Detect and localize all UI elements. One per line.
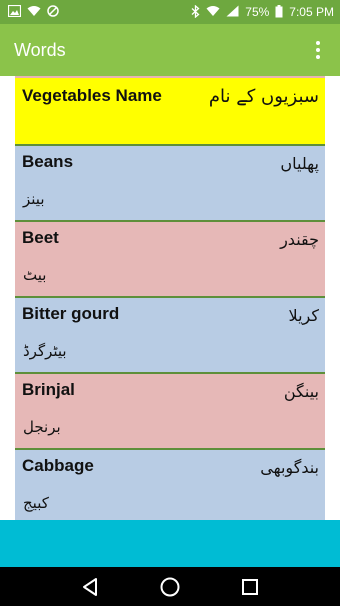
bottom-banner [0, 520, 340, 567]
words-list-container[interactable]: Vegetables Name سبزیوں کے نام Beans پھلی… [0, 76, 340, 520]
overflow-menu-icon[interactable] [308, 35, 328, 65]
header-urdu: سبزیوں کے نام [208, 86, 319, 107]
list-header-row: Vegetables Name سبزیوں کے نام [15, 76, 325, 146]
status-bar: 75% 7:05 PM [0, 0, 340, 24]
app-bar: Words [0, 24, 340, 76]
item-transliteration: بیٹرگرڈ [23, 342, 67, 360]
item-transliteration: بیٹ [23, 266, 47, 284]
list-item[interactable]: Cabbage بندگوبھی کبیج [15, 450, 325, 520]
item-english: Beans [22, 152, 74, 171]
item-english: Bitter gourd [22, 304, 120, 323]
list-item[interactable]: Beet چقندر بیٹ [15, 222, 325, 298]
item-transliteration: برنجل [23, 418, 61, 436]
header-english: Vegetables Name [22, 86, 162, 105]
app-title: Words [14, 39, 66, 60]
item-urdu: چقندر [280, 230, 319, 249]
image-icon [7, 4, 22, 19]
status-right-icons: 75% 7:05 PM [191, 4, 334, 20]
item-english: Cabbage [22, 456, 94, 475]
battery-percent: 75% [245, 5, 270, 19]
item-urdu: بینگن [283, 382, 319, 401]
navigation-bar [0, 567, 340, 606]
circle-slash-icon [47, 5, 59, 19]
signal-icon [226, 5, 239, 19]
item-english: Brinjal [22, 380, 75, 399]
item-transliteration: بینز [23, 190, 45, 208]
wifi-icon [206, 5, 220, 19]
list-item[interactable]: Brinjal بینگن برنجل [15, 374, 325, 450]
item-transliteration: کبیج [23, 494, 49, 512]
battery-icon [275, 4, 283, 20]
item-urdu: کریلا [288, 306, 319, 325]
list-item[interactable]: Beans پھلیاں بینز [15, 146, 325, 222]
home-icon[interactable] [155, 572, 185, 602]
back-icon[interactable] [75, 572, 105, 602]
item-urdu: پھلیاں [280, 154, 319, 173]
recents-icon[interactable] [235, 572, 265, 602]
list-item[interactable]: Bitter gourd کریلا بیٹرگرڈ [15, 298, 325, 374]
item-english: Beet [22, 228, 59, 247]
wifi-icon [27, 5, 41, 19]
words-list: Vegetables Name سبزیوں کے نام Beans پھلی… [15, 76, 325, 520]
status-left-icons [7, 4, 59, 19]
clock: 7:05 PM [289, 5, 334, 19]
bluetooth-icon [191, 4, 200, 20]
item-urdu: بندگوبھی [260, 458, 319, 477]
